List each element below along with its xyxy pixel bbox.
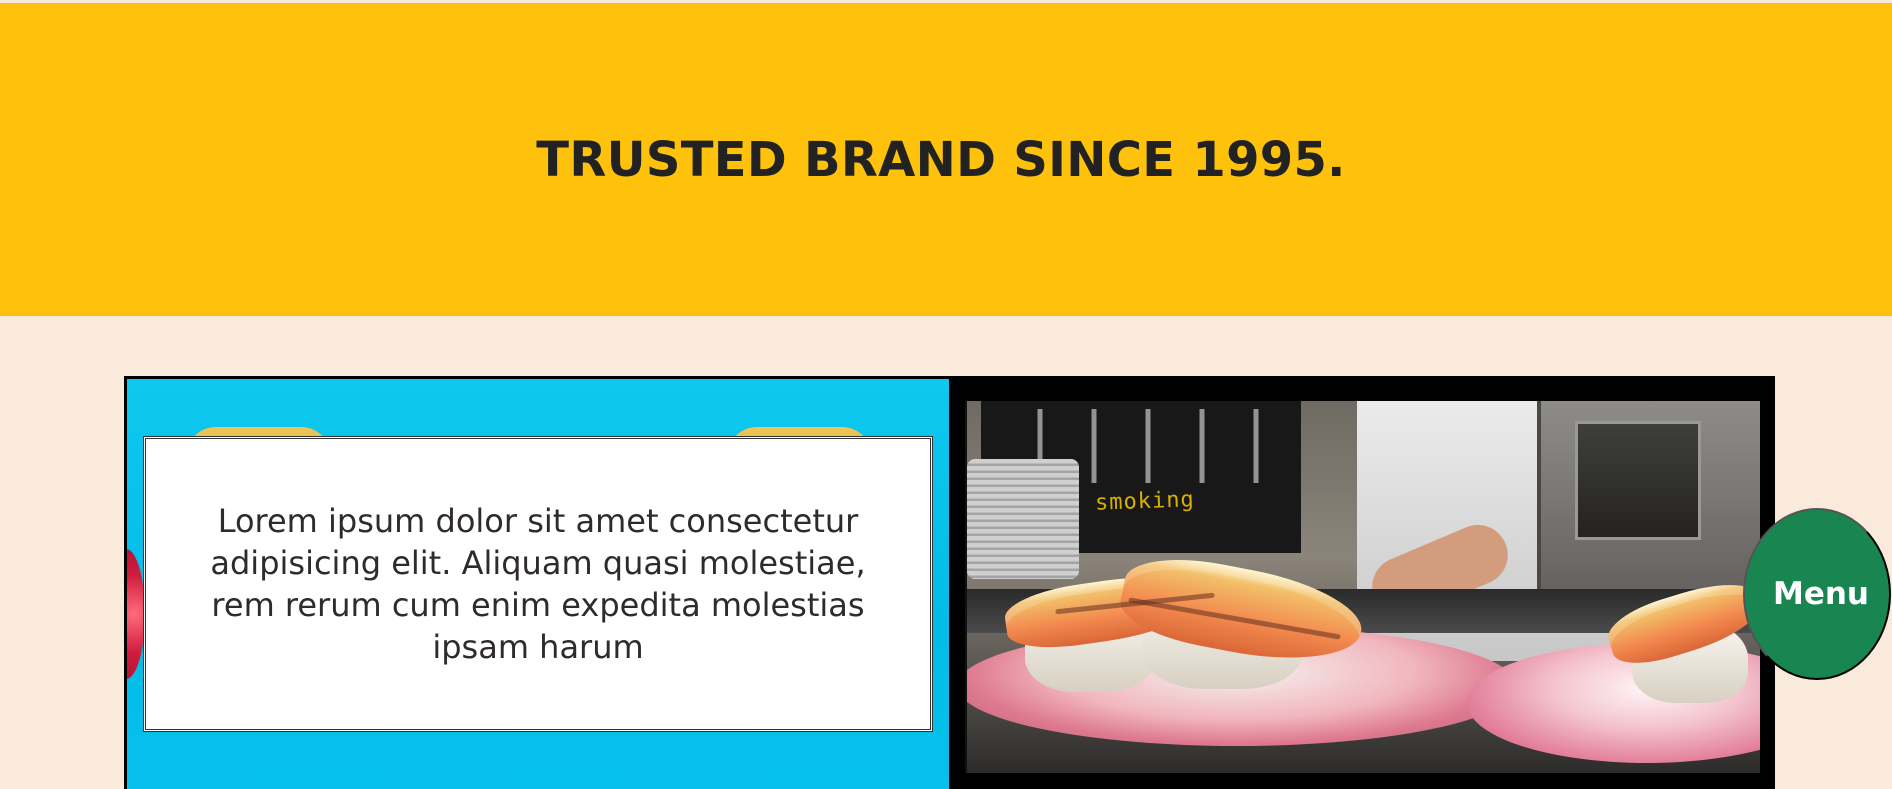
oven-window xyxy=(1575,421,1701,540)
feature-text-card: Lorem ipsum dolor sit amet consectetur a… xyxy=(143,436,933,732)
hero-title: TRUSTED BRAND SINCE 1995. xyxy=(536,131,1346,188)
sushi-photo: smoking xyxy=(965,401,1760,773)
menu-button[interactable]: Menu xyxy=(1743,508,1891,680)
hero-banner: TRUSTED BRAND SINCE 1995. xyxy=(0,3,1892,316)
promo-background-panel: Lorem ipsum dolor sit amet consectetur a… xyxy=(127,379,949,789)
stacked-plates xyxy=(967,459,1079,579)
kitchen-neon-sign: smoking xyxy=(1094,487,1196,516)
feature-showcase: Lorem ipsum dolor sit amet consectetur a… xyxy=(124,376,1775,789)
feature-card-text: Lorem ipsum dolor sit amet consectetur a… xyxy=(210,502,866,666)
